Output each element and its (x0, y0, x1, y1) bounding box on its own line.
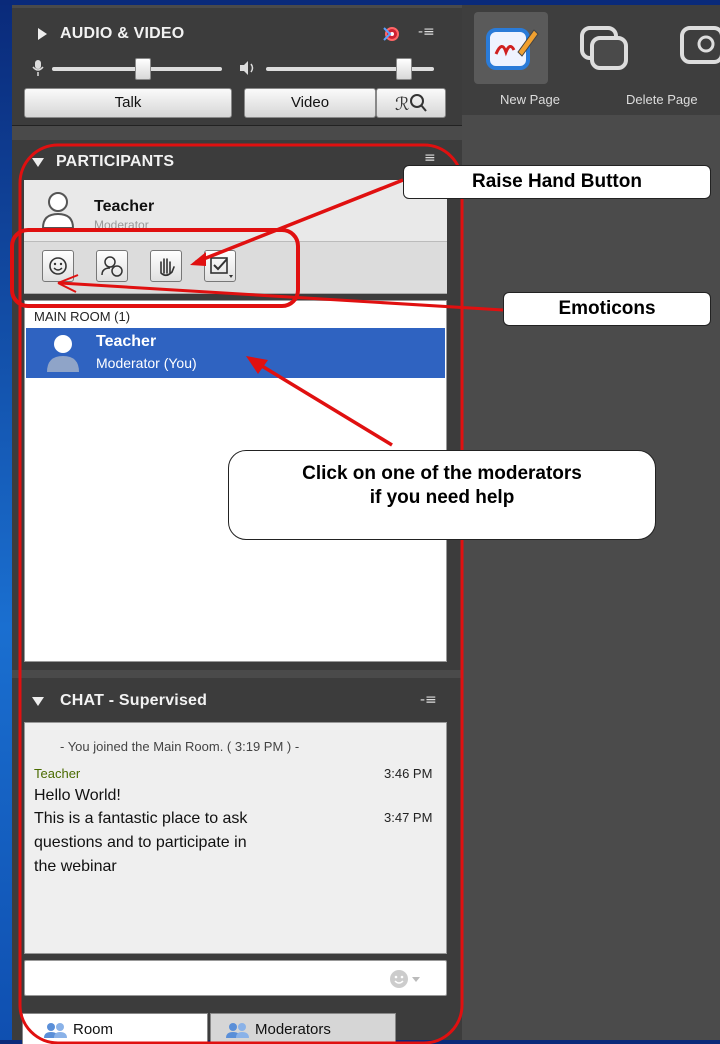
raise-hand-callout: Raise Hand Button (403, 165, 711, 199)
moderators-help-line1: Click on one of the moderators (302, 463, 582, 484)
panel-highlight-outline (18, 143, 464, 1044)
moderator-arrow (251, 358, 393, 447)
emoticons-callout: Emoticons (503, 292, 711, 326)
moderators-help-callout: Click on one of the moderators if you ne… (228, 450, 656, 540)
moderators-help-line2: if you need help (369, 487, 515, 508)
